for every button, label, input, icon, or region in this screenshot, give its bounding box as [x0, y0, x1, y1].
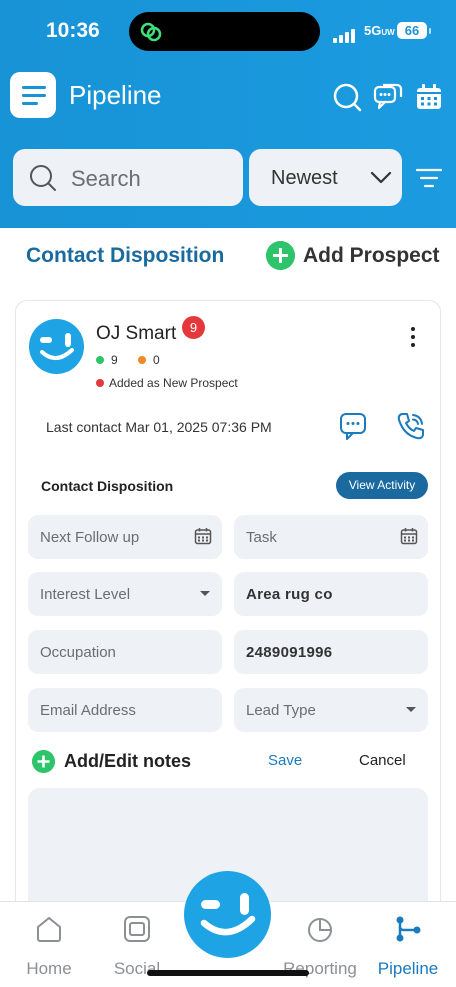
email-field[interactable]: Email Address: [28, 688, 222, 732]
calendar-icon[interactable]: [414, 82, 444, 112]
phone-icon[interactable]: [396, 411, 426, 441]
home-icon: [37, 917, 61, 942]
avatar[interactable]: [29, 319, 84, 374]
save-button[interactable]: Save: [268, 752, 302, 769]
green-stat: 9: [96, 353, 118, 367]
status-bar: 10:36 5GUW 66: [0, 0, 456, 62]
task-field[interactable]: Task: [234, 515, 428, 559]
red-dot-icon: [96, 379, 104, 387]
green-dot-icon: [96, 356, 104, 364]
status-time: 10:36: [46, 19, 100, 42]
center-logo-button[interactable]: [184, 871, 271, 958]
contact-disposition-link[interactable]: Contact Disposition: [26, 244, 224, 268]
prospect-name[interactable]: OJ Smart: [96, 323, 176, 345]
message-icon[interactable]: [338, 411, 368, 441]
social-icon: [124, 916, 150, 942]
network-label: 5GUW: [364, 23, 395, 38]
reporting-icon: [308, 918, 332, 942]
sort-dropdown[interactable]: Newest: [249, 149, 402, 206]
caret-down-icon: [200, 591, 210, 596]
search-icon[interactable]: [332, 82, 362, 112]
disposition-title: Contact Disposition: [41, 478, 174, 494]
pipeline-icon: [396, 916, 421, 942]
search-icon: [30, 165, 56, 191]
cancel-button[interactable]: Cancel: [359, 752, 406, 769]
home-indicator: [147, 970, 309, 976]
occupation-field[interactable]: Occupation: [28, 630, 222, 674]
orange-stat: 0: [138, 353, 160, 367]
menu-button[interactable]: [10, 72, 56, 118]
filter-icon[interactable]: [416, 167, 442, 189]
calendar-icon: [400, 528, 418, 545]
caret-down-icon: [406, 707, 416, 712]
view-activity-button[interactable]: View Activity: [336, 472, 428, 499]
notification-badge: 9: [182, 316, 205, 339]
plus-icon: [32, 750, 55, 773]
interest-level-select[interactable]: Interest Level: [28, 572, 222, 616]
next-follow-up-field[interactable]: Next Follow up: [28, 515, 222, 559]
calendar-icon: [194, 528, 212, 545]
page-title: Pipeline: [69, 80, 162, 110]
signal-icon: [333, 25, 357, 43]
header-bar: 10:36 5GUW 66 Pipeline Search Newest: [0, 0, 456, 228]
plus-icon: [266, 241, 295, 270]
company-field[interactable]: Area rug co: [234, 572, 428, 616]
chevron-down-icon: [370, 171, 392, 184]
link-icon: [140, 22, 162, 42]
status-badge: Added as New Prospect: [96, 376, 238, 390]
dynamic-island: [129, 12, 320, 51]
sort-selected: Newest: [271, 167, 338, 189]
nav-pipeline[interactable]: Pipeline: [368, 902, 448, 987]
more-options-icon[interactable]: [406, 327, 420, 349]
add-prospect-label: Add Prospect: [303, 244, 440, 267]
phone-field[interactable]: 2489091996: [234, 630, 428, 674]
search-placeholder: Search: [71, 166, 141, 191]
battery-indicator: 66: [397, 22, 431, 39]
orange-dot-icon: [138, 356, 146, 364]
last-contact-text: Last contact Mar 01, 2025 07:36 PM: [46, 419, 272, 435]
notes-label: Add/Edit notes: [64, 751, 191, 771]
nav-home[interactable]: Home: [9, 902, 89, 987]
search-input[interactable]: Search: [13, 149, 243, 206]
chat-icon[interactable]: [373, 82, 403, 112]
lead-type-select[interactable]: Lead Type: [234, 688, 428, 732]
